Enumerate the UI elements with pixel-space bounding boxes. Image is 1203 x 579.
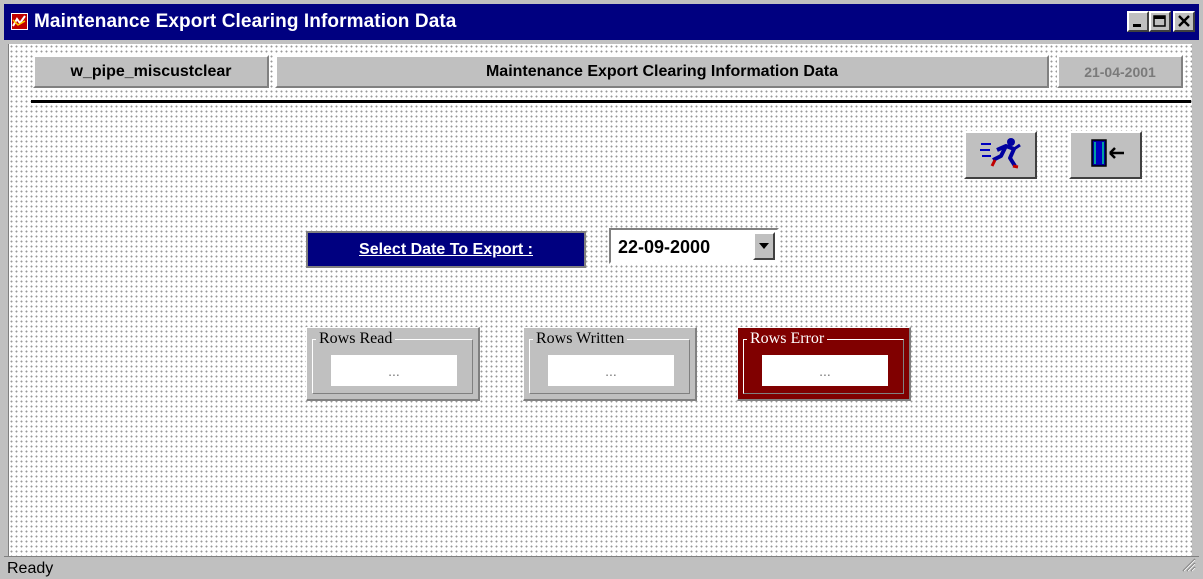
exit-button[interactable] — [1069, 131, 1142, 179]
status-bar: Ready — [4, 556, 1199, 579]
rows-read-group: Rows Read ... — [306, 327, 480, 401]
maximize-button[interactable] — [1149, 11, 1171, 32]
select-date-text: Select Date To Export : — [359, 240, 533, 258]
rows-error-value: ... — [762, 355, 888, 386]
window-name-label: w_pipe_miscustclear — [70, 62, 232, 80]
app-window: Maintenance Export Clearing Information … — [0, 0, 1203, 579]
chevron-down-icon — [758, 237, 770, 255]
minimize-button[interactable] — [1127, 11, 1149, 32]
run-export-button[interactable] — [964, 131, 1037, 179]
rows-read-label: Rows Read — [316, 330, 396, 348]
close-button[interactable] — [1173, 11, 1195, 32]
app-icon[interactable] — [11, 13, 28, 30]
window-name-box: w_pipe_miscustclear — [33, 55, 269, 88]
header-date: 21-04-2001 — [1084, 63, 1156, 80]
select-date-label: Select Date To Export : — [306, 231, 586, 268]
status-text: Ready — [7, 560, 54, 577]
header-title-box: Maintenance Export Clearing Information … — [275, 55, 1049, 88]
rows-read-value: ... — [331, 355, 457, 386]
export-date-dropdown[interactable]: 22-09-2000 — [609, 228, 779, 264]
title-bar[interactable]: Maintenance Export Clearing Information … — [4, 4, 1199, 40]
export-date-value: 22-09-2000 — [618, 237, 711, 257]
form-workspace: w_pipe_miscustclear Maintenance Export C… — [8, 44, 1192, 556]
rows-written-value: ... — [548, 355, 674, 386]
resize-grip-icon[interactable] — [1180, 556, 1196, 577]
window-title: Maintenance Export Clearing Information … — [34, 11, 457, 32]
rows-written-group: Rows Written ... — [523, 327, 697, 401]
running-man-icon — [979, 136, 1023, 175]
rows-written-label: Rows Written — [533, 330, 628, 348]
rows-error-label: Rows Error — [747, 330, 828, 348]
header-divider — [31, 100, 1191, 103]
rows-error-group: Rows Error ... — [737, 327, 911, 401]
exit-door-icon — [1084, 136, 1128, 175]
header-title: Maintenance Export Clearing Information … — [485, 62, 839, 80]
header-date-box: 21-04-2001 — [1057, 55, 1183, 88]
dropdown-arrow-button[interactable] — [753, 232, 775, 260]
